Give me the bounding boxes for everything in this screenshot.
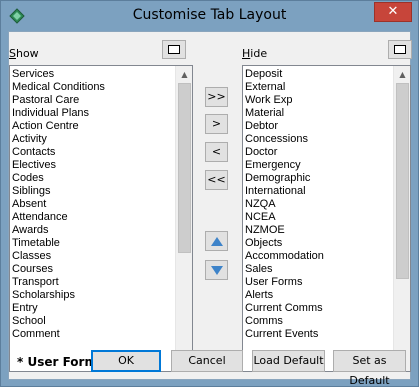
move-left-button[interactable]: < xyxy=(205,142,228,162)
list-item[interactable]: Accommodation xyxy=(244,250,392,263)
list-item[interactable]: Deposit xyxy=(244,68,392,81)
list-item[interactable]: Material xyxy=(244,107,392,120)
list-item[interactable]: NZQA xyxy=(244,198,392,211)
list-item[interactable]: Classes xyxy=(11,250,174,263)
dialog-body: Show Services Medical Conditions Pastoral … xyxy=(8,31,412,387)
hide-scrollbar[interactable]: ▲ ▼ xyxy=(393,66,410,371)
list-item[interactable]: Doctor xyxy=(244,146,392,159)
list-item[interactable]: Timetable xyxy=(11,237,174,250)
list-item[interactable]: Codes xyxy=(11,172,174,185)
hide-list: Deposit External Work Exp Material Debtor Con… xyxy=(244,68,392,341)
list-item[interactable]: Awards xyxy=(11,224,174,237)
triangle-down-icon xyxy=(211,266,223,275)
list-item[interactable]: Courses xyxy=(11,263,174,276)
move-all-left-button[interactable]: << xyxy=(205,170,228,190)
list-item[interactable]: Demographic xyxy=(244,172,392,185)
dialog-window: Customise Tab Layout ✕ Show Services Medi… xyxy=(0,0,419,387)
list-item[interactable]: Objects xyxy=(244,237,392,250)
list-item[interactable]: Alerts xyxy=(244,289,392,302)
triangle-up-icon xyxy=(211,237,223,246)
list-item[interactable]: Attendance xyxy=(11,211,174,224)
load-default-button[interactable]: Load Default xyxy=(252,350,325,372)
list-item[interactable]: Emergency xyxy=(244,159,392,172)
show-label-text: how xyxy=(15,47,39,60)
list-item[interactable]: NCEA xyxy=(244,211,392,224)
hide-listbox[interactable]: Deposit External Work Exp Material Debtor Con… xyxy=(242,65,411,372)
list-item[interactable]: Comment xyxy=(11,328,174,341)
list-item[interactable]: Pastoral Care xyxy=(11,94,174,107)
list-item[interactable]: International xyxy=(244,185,392,198)
list-item[interactable]: Action Centre xyxy=(11,120,174,133)
user-form-label: * User Form xyxy=(17,355,97,369)
scroll-up-arrow-icon[interactable]: ▲ xyxy=(394,66,410,83)
move-up-button[interactable] xyxy=(205,231,228,251)
list-item[interactable]: Sales xyxy=(244,263,392,276)
list-item[interactable]: Entry xyxy=(11,302,174,315)
move-right-button[interactable]: > xyxy=(205,114,228,134)
scroll-up-arrow-icon[interactable]: ▲ xyxy=(176,66,192,83)
list-item[interactable]: Absent xyxy=(11,198,174,211)
show-select-all-button[interactable] xyxy=(162,40,186,59)
hide-label: Hide xyxy=(242,47,267,60)
rectangle-icon xyxy=(168,45,180,54)
hide-label-text: ide xyxy=(250,47,268,60)
cancel-button[interactable]: Cancel xyxy=(171,350,243,372)
list-item[interactable]: Concessions xyxy=(244,133,392,146)
list-item[interactable]: Activity xyxy=(11,133,174,146)
show-listbox[interactable]: Services Medical Conditions Pastoral Care I… xyxy=(9,65,193,372)
list-item[interactable]: User Forms xyxy=(244,276,392,289)
show-list: Services Medical Conditions Pastoral Care I… xyxy=(11,68,174,341)
close-button[interactable]: ✕ xyxy=(374,2,412,22)
list-item[interactable]: Work Exp xyxy=(244,94,392,107)
show-scrollbar[interactable]: ▲ ▼ xyxy=(175,66,192,371)
list-item[interactable]: Siblings xyxy=(11,185,174,198)
scroll-thumb[interactable] xyxy=(396,83,409,279)
title-bar[interactable]: Customise Tab Layout ✕ xyxy=(1,1,418,31)
show-label: Show xyxy=(9,47,39,60)
list-item[interactable]: Comms xyxy=(244,315,392,328)
ok-button[interactable]: OK xyxy=(91,350,161,372)
list-item[interactable]: Medical Conditions xyxy=(11,81,174,94)
move-down-button[interactable] xyxy=(205,260,228,280)
scroll-thumb[interactable] xyxy=(178,83,191,253)
list-item[interactable]: Contacts xyxy=(11,146,174,159)
show-label-mnemonic: S xyxy=(9,47,16,60)
list-item[interactable]: NZMOE xyxy=(244,224,392,237)
list-item[interactable]: Electives xyxy=(11,159,174,172)
list-item[interactable]: External xyxy=(244,81,392,94)
list-item[interactable]: School xyxy=(11,315,174,328)
list-item[interactable]: Current Events xyxy=(244,328,392,341)
move-all-right-button[interactable]: >> xyxy=(205,87,228,107)
list-item[interactable]: Scholarships xyxy=(11,289,174,302)
window-title: Customise Tab Layout xyxy=(132,7,287,23)
hide-select-all-button[interactable] xyxy=(388,40,412,59)
rectangle-icon xyxy=(394,45,406,54)
set-as-default-button[interactable]: Set as Default xyxy=(333,350,406,387)
list-item[interactable]: Individual Plans xyxy=(11,107,174,120)
list-item[interactable]: Current Comms xyxy=(244,302,392,315)
list-item[interactable]: Debtor xyxy=(244,120,392,133)
list-item[interactable]: Services xyxy=(11,68,174,81)
list-item[interactable]: Transport xyxy=(11,276,174,289)
